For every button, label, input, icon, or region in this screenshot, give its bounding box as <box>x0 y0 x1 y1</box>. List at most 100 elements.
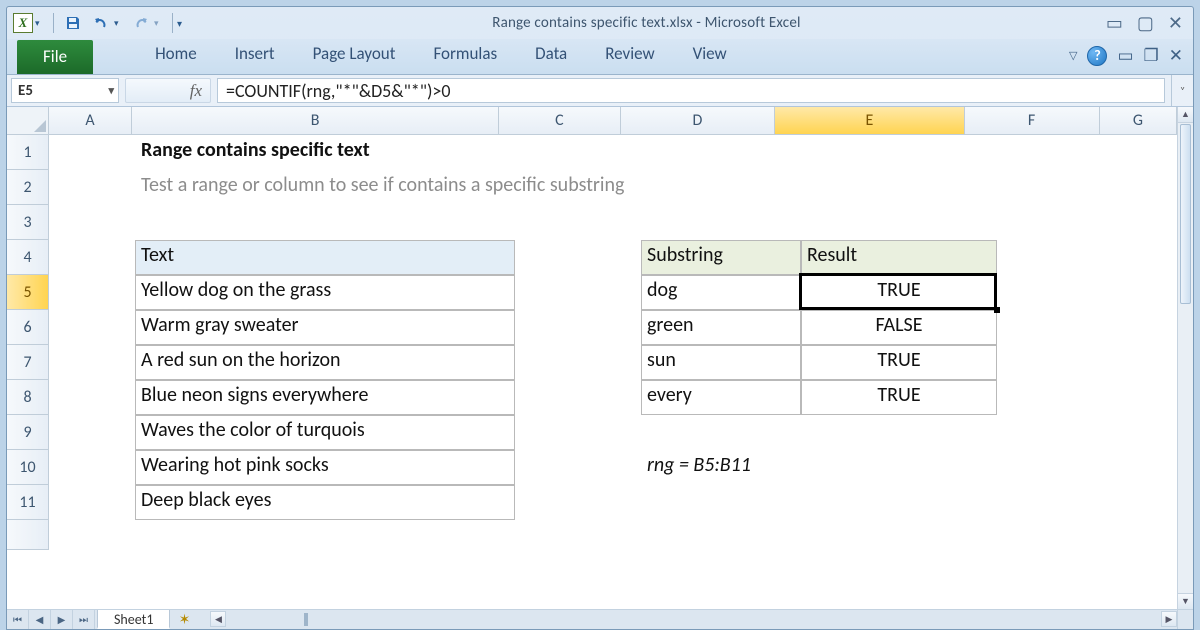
name-box[interactable]: E5 <box>11 78 119 103</box>
maximize-button[interactable]: ▢ <box>1137 12 1154 34</box>
tab-file[interactable]: File <box>17 40 93 74</box>
fill-handle[interactable] <box>994 307 1000 313</box>
cell-b1[interactable]: Range contains specific text <box>135 135 935 165</box>
col-header-f[interactable]: F <box>965 107 1100 135</box>
cell-d6[interactable]: green <box>641 310 801 340</box>
row-header-4[interactable]: 4 <box>7 240 49 275</box>
cell-e5[interactable]: TRUE <box>801 275 997 305</box>
cell-e6[interactable]: FALSE <box>801 310 997 340</box>
save-button[interactable] <box>62 12 84 34</box>
col-header-g[interactable]: G <box>1100 107 1177 135</box>
cell-b9[interactable]: Waves the color of turquois <box>135 415 515 445</box>
col-header-e[interactable]: E <box>775 107 964 135</box>
excel-menu-dropdown-icon[interactable]: ▾ <box>35 18 45 29</box>
name-box-value: E5 <box>18 82 33 100</box>
vertical-scrollbar[interactable]: ▲ ▼ <box>1177 107 1193 609</box>
row-header-1[interactable]: 1 <box>7 135 49 170</box>
row-header-5[interactable]: 5 <box>7 275 49 310</box>
row-header-12[interactable] <box>7 520 49 550</box>
scroll-up-button[interactable]: ▲ <box>1178 107 1193 123</box>
tab-view[interactable]: View <box>689 37 731 74</box>
minimize-button[interactable]: ▭ <box>1106 12 1123 34</box>
row-header-10[interactable]: 10 <box>7 450 49 485</box>
sheet-nav-last-button[interactable]: ⏭ <box>73 610 95 629</box>
cell-b8[interactable]: Blue neon signs everywhere <box>135 380 515 410</box>
col-header-b[interactable]: B <box>132 107 499 135</box>
tab-insert[interactable]: Insert <box>231 37 279 74</box>
fx-icon: fx <box>190 81 202 101</box>
scroll-right-button[interactable]: ▶ <box>1161 611 1177 627</box>
col-header-a[interactable]: A <box>49 107 132 135</box>
hscroll-split-handle[interactable] <box>304 613 308 626</box>
sheet-tab-sheet1[interactable]: Sheet1 <box>97 610 170 629</box>
tab-home[interactable]: Home <box>151 37 201 74</box>
row-header-7[interactable]: 7 <box>7 345 49 380</box>
col-header-d[interactable]: D <box>621 107 776 135</box>
qat-customize-icon[interactable]: ▾ <box>177 17 187 30</box>
cell-e7[interactable]: TRUE <box>801 345 997 375</box>
cell-b11[interactable]: Deep black eyes <box>135 485 515 515</box>
cell-b4[interactable]: Text <box>135 240 515 270</box>
row-header-9[interactable]: 9 <box>7 415 49 450</box>
excel-icon[interactable]: X <box>13 13 33 33</box>
ribbon-minimize-icon[interactable]: ▽ <box>1069 49 1077 62</box>
qat-divider <box>53 13 54 33</box>
redo-dropdown-icon[interactable]: ▾ <box>154 18 164 29</box>
title-bar: X ▾ ▾ ▾ ▾ Range contains specific text.x… <box>7 7 1193 39</box>
cell-b5[interactable]: Yellow dog on the grass <box>135 275 515 305</box>
cell-d5[interactable]: dog <box>641 275 801 305</box>
row-header-2[interactable]: 2 <box>7 170 49 205</box>
workbook-restore-button[interactable]: ❐ <box>1144 45 1159 66</box>
col-header-c[interactable]: C <box>499 107 621 135</box>
sheet-nav-next-button[interactable]: ▶ <box>51 610 73 629</box>
cell-b7[interactable]: A red sun on the horizon <box>135 345 515 375</box>
formula-input[interactable]: =COUNTIF(rng,"*"&D5&"*")>0 <box>217 78 1165 103</box>
help-button[interactable]: ? <box>1087 46 1107 66</box>
vscroll-thumb[interactable] <box>1180 124 1191 304</box>
undo-icon <box>93 15 109 31</box>
workbook-close-button[interactable]: ✕ <box>1169 45 1183 66</box>
row-header-11[interactable]: 11 <box>7 485 49 520</box>
cell-b6[interactable]: Warm gray sweater <box>135 310 515 340</box>
scroll-left-button[interactable]: ◀ <box>210 611 226 627</box>
row-header-6[interactable]: 6 <box>7 310 49 345</box>
redo-button[interactable] <box>130 12 152 34</box>
sheet-nav-first-button[interactable]: ⏮ <box>7 610 29 629</box>
cell-b2[interactable]: Test a range or column to see if contain… <box>135 170 1035 200</box>
window-controls: ▭ ▢ ✕ <box>1106 12 1187 34</box>
cell-b10[interactable]: Wearing hot pink socks <box>135 450 515 480</box>
redo-icon <box>133 15 149 31</box>
cell-d8[interactable]: every <box>641 380 801 410</box>
undo-button[interactable] <box>90 12 112 34</box>
workbook-minimize-button[interactable]: ▭ <box>1117 45 1133 66</box>
close-button[interactable]: ✕ <box>1168 12 1183 34</box>
tab-page-layout[interactable]: Page Layout <box>309 37 400 74</box>
cell-e8[interactable]: TRUE <box>801 380 997 410</box>
sheet-tab-bar: ⏮ ◀ ▶ ⏭ Sheet1 ✶ ◀ ▶ <box>7 609 1177 629</box>
cell-d7[interactable]: sun <box>641 345 801 375</box>
undo-dropdown-icon[interactable]: ▾ <box>114 18 124 29</box>
excel-icon-letter: X <box>19 15 28 31</box>
formula-expand-button[interactable]: ˅ <box>1171 75 1193 106</box>
column-headers: A B C D E F G <box>49 107 1177 135</box>
row-header-8[interactable]: 8 <box>7 380 49 415</box>
cell-e4[interactable]: Result <box>801 240 997 270</box>
ribbon-right-controls: ▽ ? ▭ ❐ ✕ <box>1069 45 1183 74</box>
sheet-nav-prev-button[interactable]: ◀ <box>29 610 51 629</box>
tab-formulas[interactable]: Formulas <box>429 37 501 74</box>
formula-bar: E5 fx =COUNTIF(rng,"*"&D5&"*")>0 ˅ <box>7 75 1193 107</box>
insert-function-button[interactable]: fx <box>125 78 211 103</box>
select-all-corner[interactable] <box>7 107 49 135</box>
horizontal-scrollbar[interactable]: ◀ ▶ <box>210 610 1177 629</box>
cell-d4[interactable]: Substring <box>641 240 801 270</box>
cell-d10[interactable]: rng = B5:B11 <box>641 450 941 480</box>
row-header-3[interactable]: 3 <box>7 205 49 240</box>
scroll-down-button[interactable]: ▼ <box>1178 593 1193 609</box>
tab-data[interactable]: Data <box>531 37 571 74</box>
row-headers: 1 2 3 4 5 6 7 8 9 10 11 <box>7 135 49 609</box>
resize-grip[interactable] <box>1177 609 1193 629</box>
cells-area[interactable]: Range contains specific text Test a rang… <box>49 135 1177 609</box>
tab-review[interactable]: Review <box>601 37 658 74</box>
new-sheet-button[interactable]: ✶ <box>170 610 198 629</box>
sheet-nav: ⏮ ◀ ▶ ⏭ <box>7 610 95 629</box>
